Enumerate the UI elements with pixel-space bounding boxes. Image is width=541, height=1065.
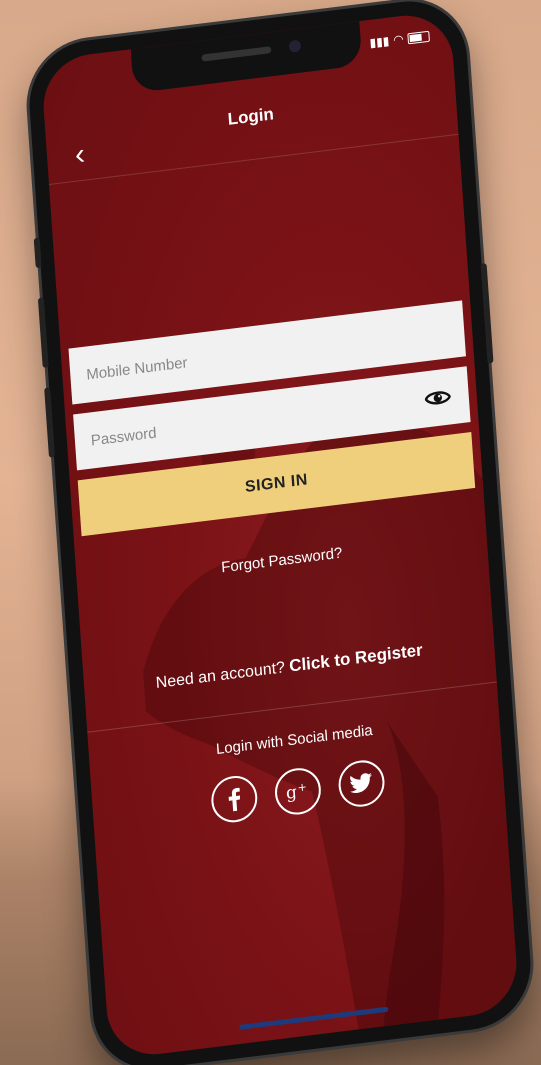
signal-icon: ▮▮▮ (369, 33, 390, 51)
google-plus-button[interactable]: g + (273, 765, 323, 818)
google-plus-icon: g + (285, 780, 307, 804)
register-prompt: Need an account? (155, 659, 286, 693)
front-camera (288, 39, 302, 53)
svg-text:+: + (297, 780, 307, 794)
register-row: Need an account? Click to Register (84, 632, 495, 702)
speaker-grille (201, 46, 272, 62)
phone-mockup: ▮▮▮ ◠ ‹ Login SIGN IN Forgot Password? (25, 0, 535, 1065)
app-screen: ▮▮▮ ◠ ‹ Login SIGN IN Forgot Password? (40, 10, 520, 1060)
forgot-password-link[interactable]: Forgot Password? (76, 527, 487, 594)
svg-text:g: g (285, 783, 297, 804)
register-link[interactable]: Click to Register (289, 640, 424, 675)
twitter-button[interactable] (337, 757, 387, 810)
eye-icon[interactable] (424, 385, 452, 410)
facebook-icon (228, 787, 241, 812)
battery-icon (407, 30, 430, 44)
facebook-button[interactable] (209, 773, 259, 825)
twitter-icon (350, 772, 372, 794)
login-form: SIGN IN Forgot Password? Need an account… (61, 299, 505, 839)
wifi-icon: ◠ (392, 31, 405, 48)
password-input[interactable] (74, 392, 409, 452)
